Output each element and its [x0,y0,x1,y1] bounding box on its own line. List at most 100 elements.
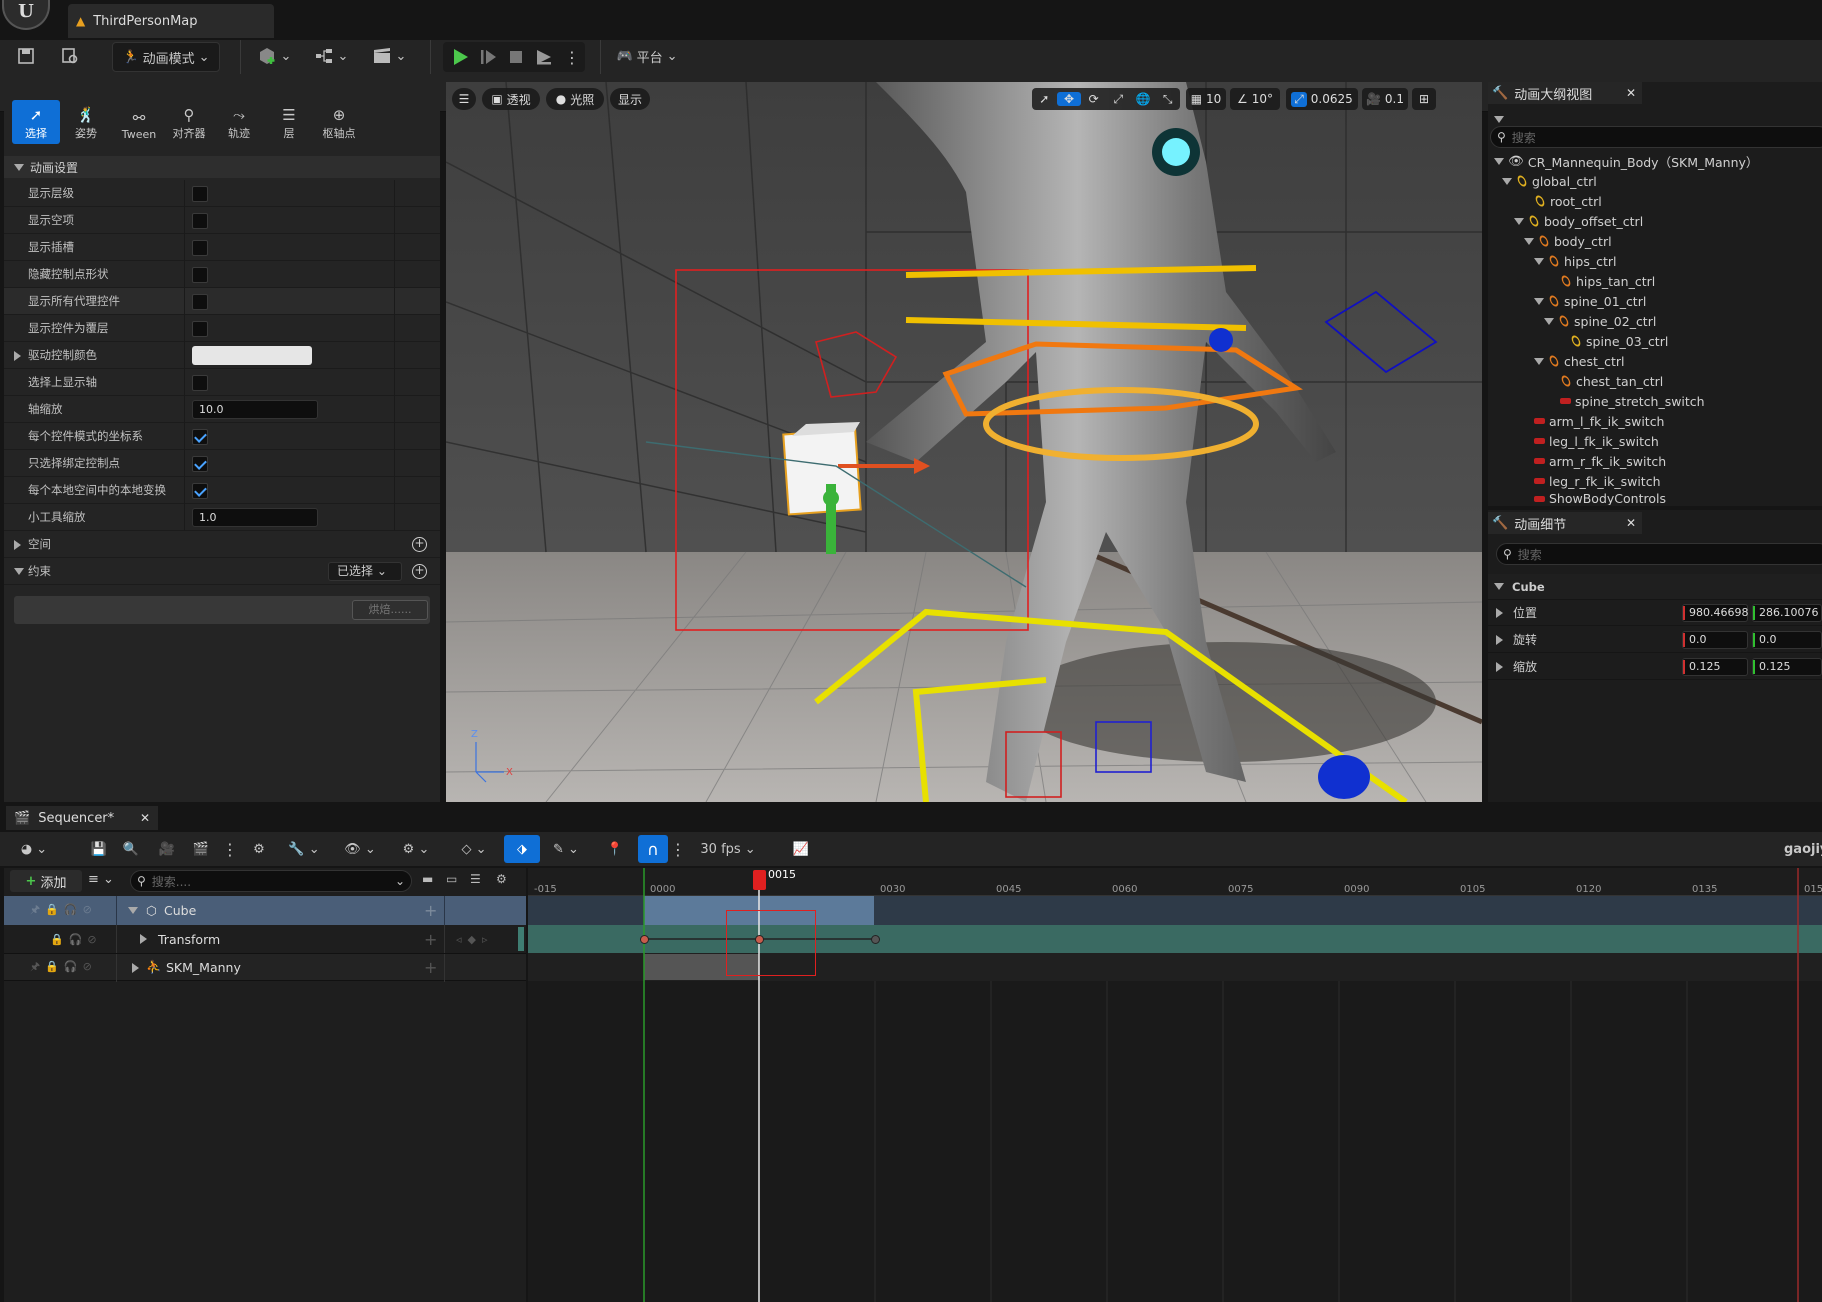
key-nav-icons[interactable]: ◃◆▹ [456,933,494,946]
track-cube[interactable]: 🖈🔒🎧⊘ ⬡ Cube + [4,896,526,925]
outliner-item-chest-ctrl[interactable]: chest_ctrl [1534,351,1625,371]
close-icon[interactable]: ✕ [1626,86,1636,100]
checkbox[interactable] [192,186,208,202]
viewport-layout-icon[interactable]: ⊞ [1412,88,1436,110]
outliner-item-body-offset-ctrl[interactable]: body_offset_ctrl [1514,211,1643,231]
track-lock-icons[interactable]: 🖈🔒🎧⊘ [30,901,97,920]
outliner-item-arm-l-switch[interactable]: arm_l_fk_ik_switch [1534,411,1665,431]
outliner-item-body-ctrl[interactable]: body_ctrl [1524,231,1612,251]
anim-settings-header[interactable]: 动画设置 [4,156,440,178]
track-lock-icons[interactable]: 🖈🔒🎧⊘ [30,958,97,977]
find-asset-icon[interactable]: 🔍 [120,835,142,863]
playhead-handle[interactable] [753,870,766,890]
fps-dropdown[interactable]: 30 fps ⌄ [696,835,760,863]
rotation-y-input[interactable]: 0.0 [1752,631,1822,649]
checkbox[interactable] [192,321,208,337]
more-options-icon[interactable]: ⋮ [670,835,686,863]
playback-options-icon[interactable]: ⚙ ⌄ [396,835,436,863]
outliner-item-spine-02-ctrl[interactable]: spine_02_ctrl [1544,311,1656,331]
outliner-item-rig[interactable]: 👁 CR_Mannequin_Body（SKM_Manny） [1494,151,1758,171]
settings-icon[interactable]: ⚙ [496,872,510,886]
select-tool-icon[interactable]: ➚ [1032,92,1057,106]
outliner-item-arm-r-switch[interactable]: arm_r_fk_ik_switch [1534,451,1666,471]
add-constraint-icon[interactable]: + [412,564,427,579]
close-icon[interactable]: ✕ [140,811,150,825]
camera-speed-button[interactable]: 🎥 0.1 [1362,88,1408,110]
constraint-filter-dropdown[interactable]: 已选择 ⌄ [328,562,402,581]
constraint-section-header[interactable]: 约束 已选择 ⌄ + [4,558,440,585]
space-section-header[interactable]: 空间 + [4,531,440,558]
save-icon[interactable] [14,42,38,70]
details-search-input[interactable]: ⚲ 搜索 [1496,543,1822,565]
outliner-search-input[interactable]: ⚲ 搜索 [1490,126,1822,148]
outliner-item-chest-tan-ctrl[interactable]: chest_tan_ctrl [1559,371,1663,391]
rotation-x-input[interactable]: 0.0 [1682,631,1748,649]
checkbox[interactable] [192,267,208,283]
bake-button[interactable]: 烘焙...... [352,600,428,620]
collapse-arrow-icon[interactable] [128,907,138,914]
outliner-item-hips-ctrl[interactable]: hips_ctrl [1534,251,1616,271]
level-tab[interactable]: ▲ ThirdPersonMap [68,4,274,38]
mode-trail-button[interactable]: ⤳ 轨迹 [215,100,263,144]
surface-snap-icon[interactable]: ⤡ [1155,92,1180,107]
outliner-item-root-ctrl[interactable]: root_ctrl [1533,191,1602,211]
key-tools-icon[interactable]: 🔧 ⌄ [284,835,324,863]
checkbox[interactable] [192,294,208,310]
play-icon[interactable] [448,43,472,71]
mode-dropdown[interactable]: 🏃 动画模式 ⌄ [112,42,220,72]
filter-icon[interactable]: ≡ ⌄ [88,872,122,890]
auto-key-icon[interactable]: ⬗ [504,835,540,863]
browse-icon[interactable] [58,42,82,70]
sequencer-timeline[interactable]: -015 0000 0030 0045 0060 0075 0090 0105 … [528,868,1822,1302]
expand-arrow-icon[interactable] [1496,607,1503,618]
mode-pose-button[interactable]: 🕺 姿势 [62,100,110,144]
list-view-icon[interactable]: ☰ [470,872,484,886]
expand-arrow-icon[interactable] [140,934,147,944]
checkbox[interactable] [192,213,208,229]
mode-layer-button[interactable]: ☰ 层 [265,100,313,144]
viewport-menu-icon[interactable]: ☰ [452,88,476,110]
add-icon[interactable]: + [424,930,437,949]
world-settings-icon[interactable]: ◕ ⌄ [16,835,52,863]
mode-select-button[interactable]: ➚ 选择 [12,100,60,144]
axis-scale-input[interactable]: 10.0 [192,400,318,419]
add-actor-icon[interactable]: ⌄ [254,42,294,70]
eject-icon[interactable] [532,43,556,71]
mode-tween-button[interactable]: ⚯ Tween [115,100,163,144]
level-viewport[interactable]: Z X ☰ ▣ 透视 ● 光照 显示 ➚ ✥ ⟳ ⤢ 🌐 ⤡ ▦ 10 ∠ 10° ⤢ 0… [446,82,1482,802]
checkbox[interactable] [192,240,208,256]
more-options-icon[interactable]: ⋮ [564,43,580,71]
track-transform[interactable]: 🔒🎧⊘ Transform + ◃◆▹ [4,925,526,953]
stop-icon[interactable] [504,43,528,71]
step-icon[interactable] [476,43,500,71]
details-section-cube[interactable]: Cube [1488,574,1822,600]
scale-snap-button[interactable]: ⤢ 0.0625 [1286,88,1358,110]
blueprint-icon[interactable]: ⌄ [308,42,354,70]
close-icon[interactable]: ✕ [1626,516,1636,530]
clapper-board-icon[interactable]: 🎬 [190,835,212,863]
show-button[interactable]: 显示 [610,88,650,110]
scale-tool-icon[interactable]: ⤢ [1106,92,1131,107]
outliner-item-leg-r-switch[interactable]: leg_r_fk_ik_switch [1534,471,1661,491]
checkbox[interactable] [192,456,208,472]
perspective-button[interactable]: ▣ 透视 [482,88,540,110]
move-tool-icon[interactable]: ✥ [1056,92,1082,106]
curve-graph-icon[interactable]: 📈 [790,835,812,863]
save-sequence-icon[interactable]: 💾 [88,835,110,863]
gizmo-scale-input[interactable]: 1.0 [192,508,318,527]
rotate-tool-icon[interactable]: ⟳ [1081,92,1106,106]
color-swatch[interactable] [192,346,312,365]
pencil-icon[interactable]: ✎ ⌄ [546,835,586,863]
keyframe[interactable] [640,935,649,944]
keyframe[interactable] [871,935,880,944]
track-lock-icons[interactable]: 🔒🎧⊘ [50,933,102,946]
expand-arrow-icon[interactable] [132,963,139,973]
world-space-icon[interactable]: 🌐 [1131,92,1156,106]
details-tab[interactable]: 🔨 动画细节 ✕ [1488,512,1642,534]
outliner-item-global-ctrl[interactable]: global_ctrl [1502,171,1597,191]
checkbox[interactable] [192,429,208,445]
track-skm-manny[interactable]: 🖈🔒🎧⊘ ⛹ SKM_Manny + [4,953,526,982]
add-space-icon[interactable]: + [412,537,427,552]
key-interpolation-icon[interactable]: ◇ ⌄ [454,835,494,863]
add-icon[interactable]: + [424,958,437,977]
